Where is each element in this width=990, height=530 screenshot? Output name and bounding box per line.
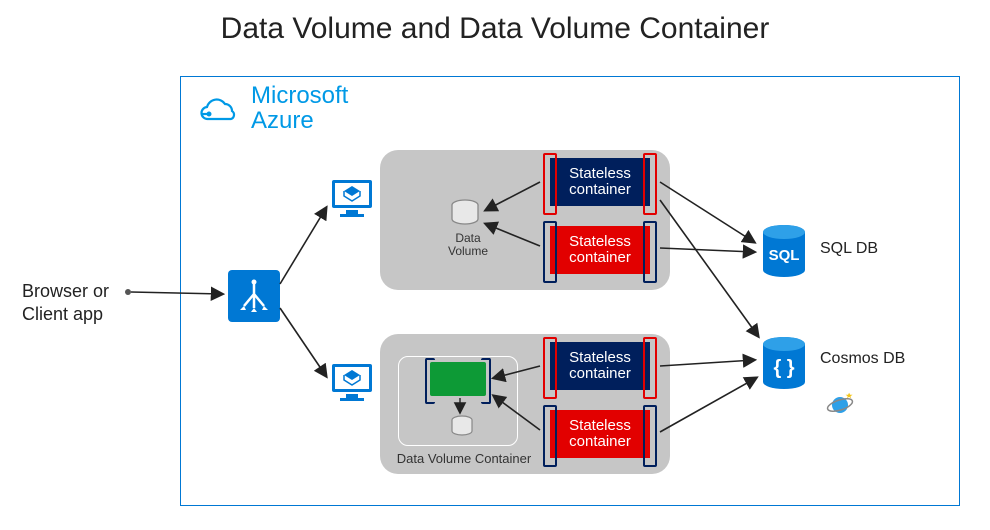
sql-db-icon: SQL <box>760 224 808 280</box>
client-label: Browser or Client app <box>22 280 109 327</box>
data-volume-cylinder-icon <box>448 198 482 232</box>
container-label: Stateless container <box>550 418 650 451</box>
container-label: Stateless container <box>550 350 650 383</box>
cosmos-db-icon: { } <box>760 336 808 392</box>
container-label: Stateless container <box>550 234 650 267</box>
sql-db-label: SQL DB <box>820 240 878 258</box>
data-volume-label: Data Volume <box>438 232 498 258</box>
container-label: Stateless container <box>550 166 650 199</box>
stateless-container-3: Stateless container <box>550 342 650 390</box>
cosmos-planet-icon <box>826 392 856 418</box>
vm-icon-2 <box>330 362 374 402</box>
client-label-line2: Client app <box>22 304 103 324</box>
dvc-cylinder-icon <box>448 414 476 442</box>
azure-brand-line1: Microsoft <box>251 82 348 109</box>
cloud-icon <box>199 91 241 126</box>
azure-brand: Microsoft Azure <box>199 83 348 133</box>
diagram-title: Data Volume and Data Volume Container <box>0 12 990 46</box>
cosmos-db-label: Cosmos DB <box>820 350 905 368</box>
client-label-line1: Browser or <box>22 281 109 301</box>
stateless-container-4: Stateless container <box>550 410 650 458</box>
load-balancer-icon <box>228 270 280 322</box>
data-volume-container-label: Data Volume Container <box>394 452 534 466</box>
stateless-container-2: Stateless container <box>550 226 650 274</box>
vm-icon-1 <box>330 178 374 218</box>
data-volume-container-icon <box>430 362 486 396</box>
stateless-container-1: Stateless container <box>550 158 650 206</box>
svg-text:SQL: SQL <box>769 247 800 264</box>
svg-text:{ }: { } <box>773 357 794 379</box>
azure-brand-line2: Azure <box>251 107 314 134</box>
